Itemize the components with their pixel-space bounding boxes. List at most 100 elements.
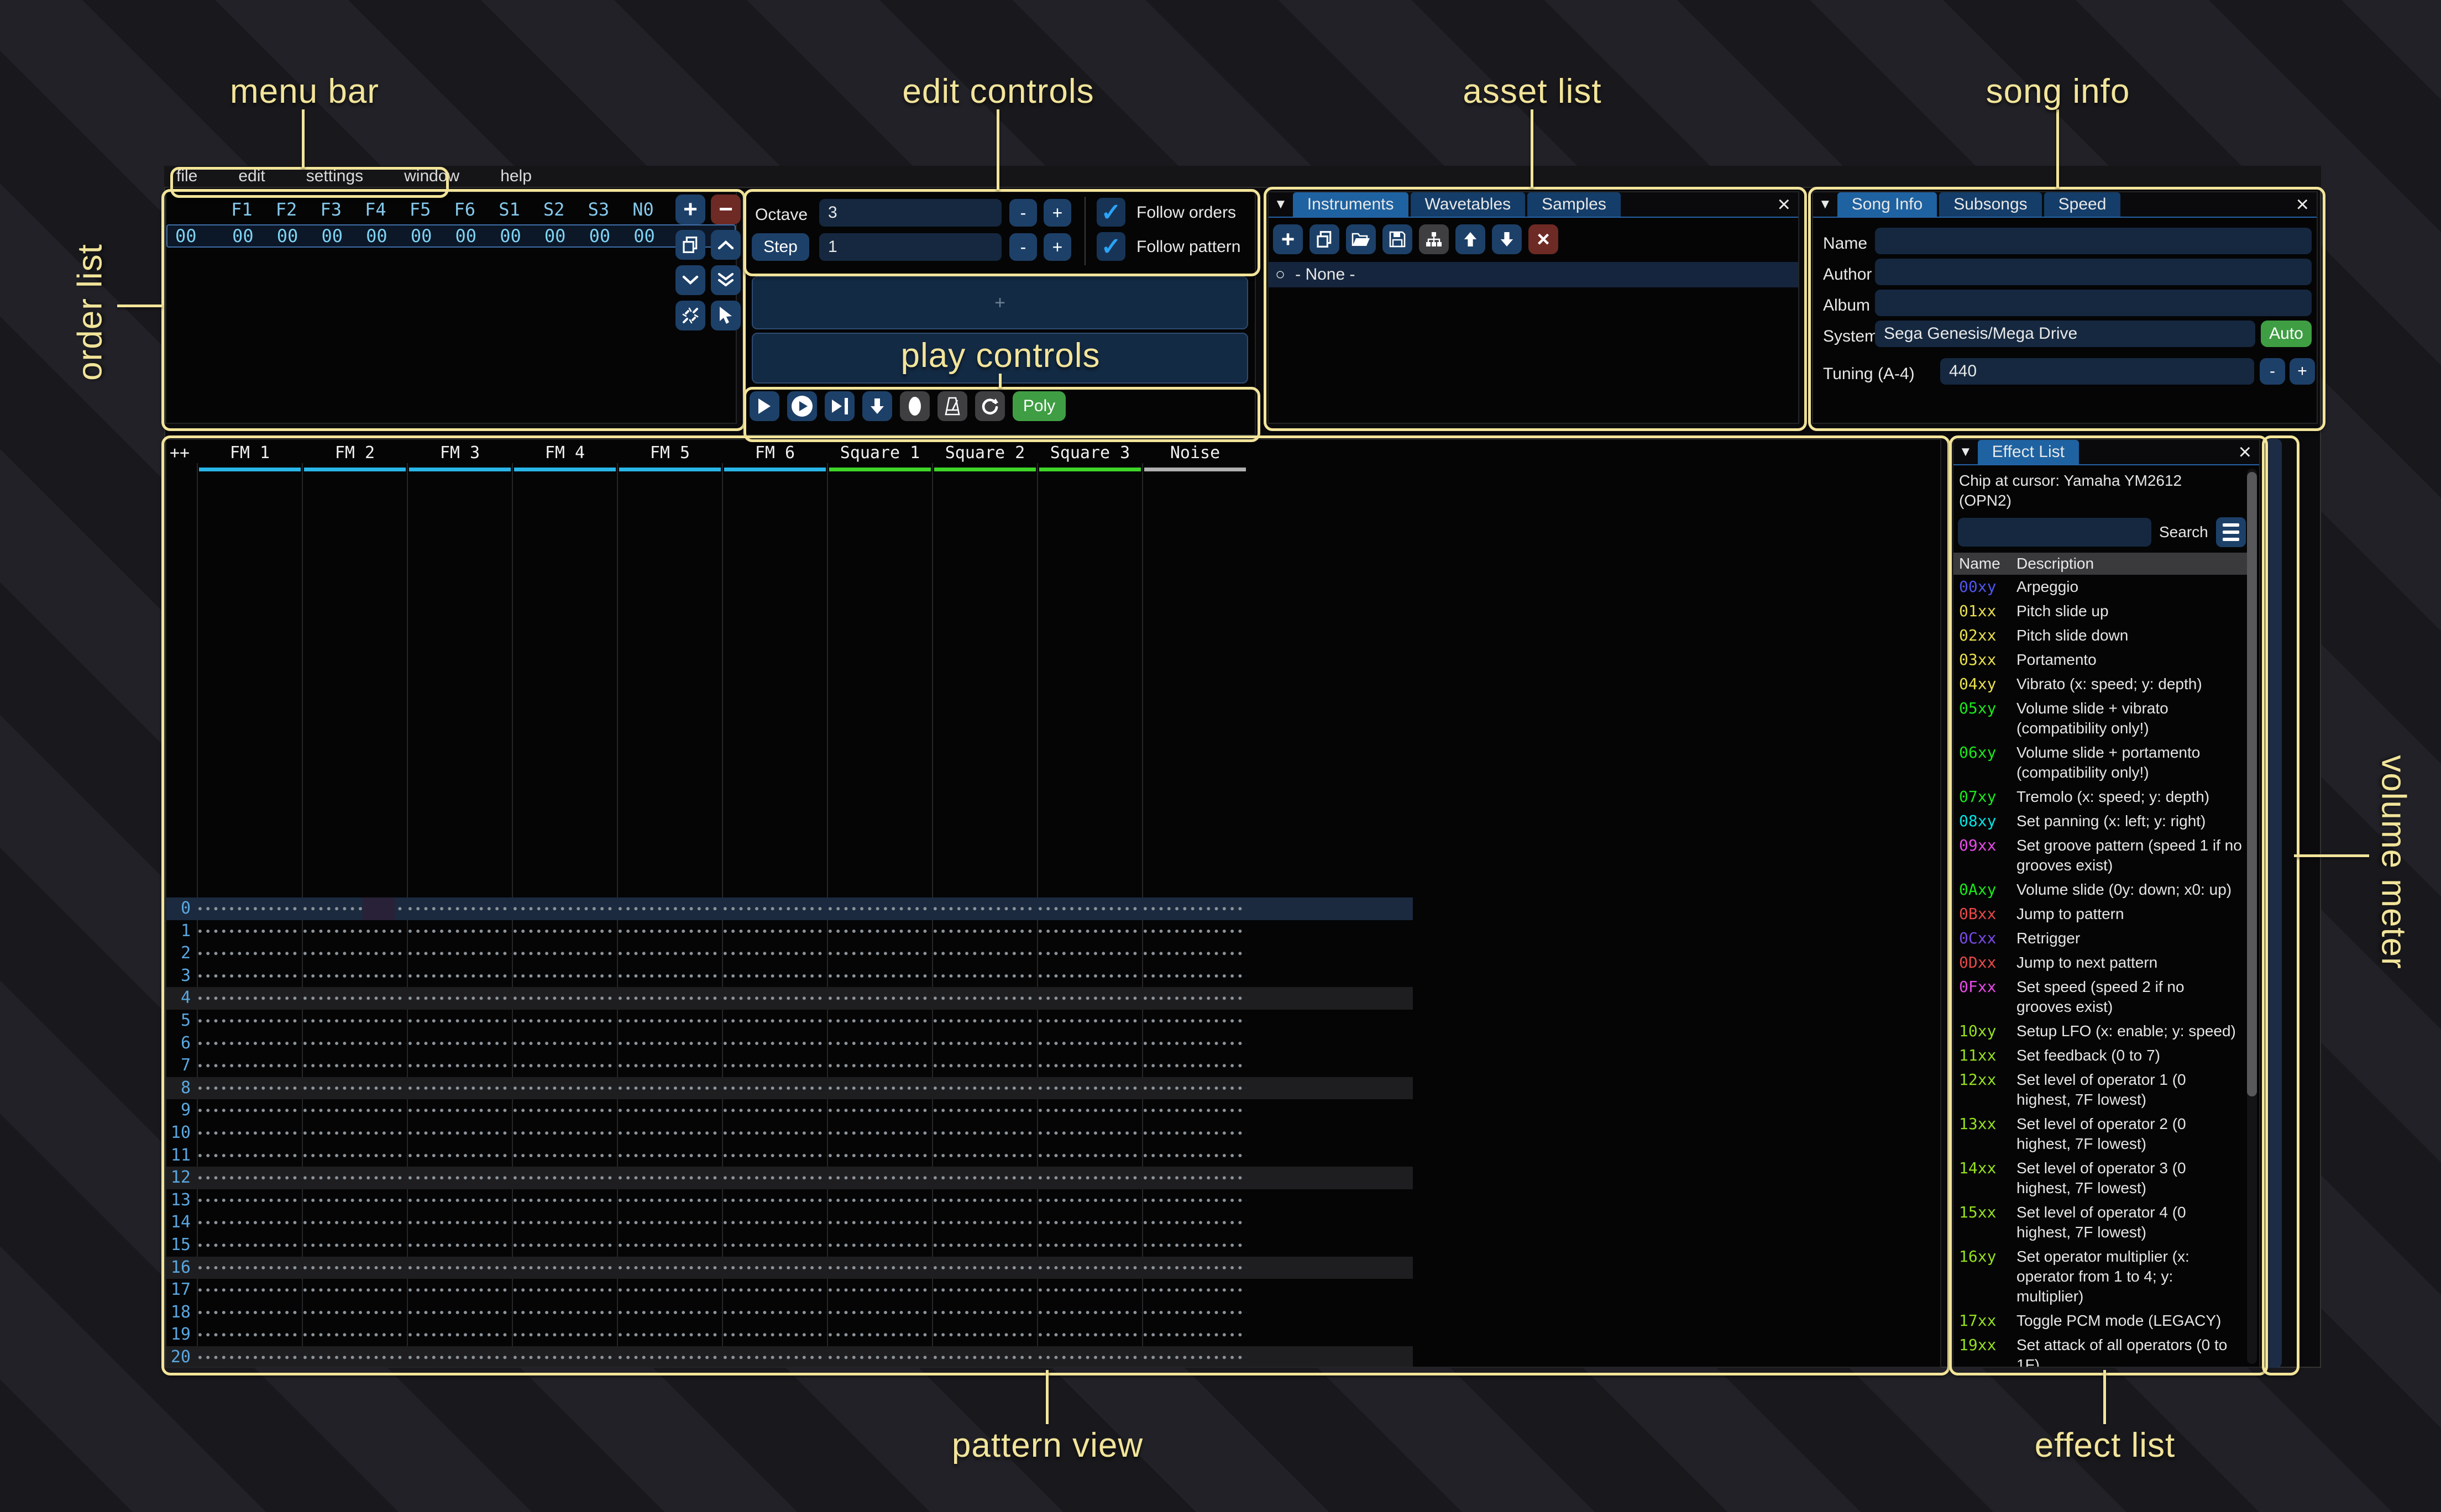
effect-row-05xy[interactable]: 05xyVolume slide + vibrato (compatibilit… (1953, 696, 2246, 741)
pattern-cell-empty[interactable] (619, 920, 721, 943)
pattern-cell-empty[interactable] (1144, 987, 1246, 1010)
pattern-cell-empty[interactable] (724, 1279, 826, 1301)
pattern-cell-empty[interactable] (198, 920, 301, 943)
pattern-cell-empty[interactable] (514, 1189, 616, 1212)
pattern-cell-empty[interactable] (619, 1167, 721, 1189)
pattern-cell-empty[interactable] (303, 942, 406, 965)
pattern-cell-empty[interactable] (198, 1346, 301, 1368)
pattern-cell-empty[interactable] (1144, 1144, 1246, 1167)
pattern-cell-empty[interactable] (1039, 1346, 1141, 1368)
pattern-cell-empty[interactable] (619, 1346, 721, 1368)
pattern-cell-empty[interactable] (934, 1324, 1036, 1346)
order-list-row[interactable]: 0000000000000000000000 (166, 224, 736, 248)
pattern-cell-empty[interactable] (1144, 897, 1246, 920)
asset-open-button[interactable] (1346, 224, 1376, 254)
octave-input[interactable]: 3 (819, 199, 1002, 227)
pattern-cell-empty[interactable] (198, 987, 301, 1010)
pattern-cell-empty[interactable] (303, 1144, 406, 1167)
pattern-cell-empty[interactable] (408, 1324, 511, 1346)
pattern-cell-empty[interactable] (303, 1189, 406, 1212)
step-minus-button[interactable]: - (1009, 233, 1037, 261)
effect-list-scrollbar[interactable] (2247, 469, 2257, 1364)
channel-header-square-1[interactable]: Square 1 (827, 443, 933, 463)
close-icon[interactable]: × (1770, 192, 1798, 217)
name-input[interactable] (1875, 228, 2312, 254)
pattern-cell-empty[interactable] (724, 1346, 826, 1368)
pattern-cell-empty[interactable] (408, 1301, 511, 1324)
pattern-cell-empty[interactable] (724, 1301, 826, 1324)
pattern-cell-empty[interactable] (1144, 965, 1246, 988)
order-move-down-far-button[interactable] (711, 265, 741, 295)
order-move-up-button[interactable] (711, 230, 741, 260)
order-cell[interactable]: 00 (310, 225, 354, 246)
pattern-cell-empty[interactable] (724, 987, 826, 1010)
effect-row-07xy[interactable]: 07xyTremolo (x: speed; y: depth) (1953, 785, 2246, 809)
pattern-cell-empty[interactable] (514, 1324, 616, 1346)
collapse-arrow-icon[interactable]: ▼ (1269, 192, 1293, 217)
pattern-cell-empty[interactable] (303, 920, 406, 943)
pattern-cell-empty[interactable] (1144, 1122, 1246, 1144)
pattern-cell-empty[interactable] (829, 897, 931, 920)
pattern-cell-empty[interactable] (619, 1144, 721, 1167)
pattern-cell-empty[interactable] (829, 1346, 931, 1368)
pattern-cell-empty[interactable] (1144, 1189, 1246, 1212)
menu-item-help[interactable]: help (500, 167, 532, 186)
pattern-cell-empty[interactable] (408, 1234, 511, 1257)
pattern-cell-empty[interactable] (1039, 1324, 1141, 1346)
pattern-cell-empty[interactable] (1039, 1099, 1141, 1122)
pattern-row-14[interactable]: 14 (166, 1211, 1413, 1234)
pattern-cell-empty[interactable] (198, 1279, 301, 1301)
pattern-cell-empty[interactable] (303, 1032, 406, 1055)
pattern-cell-empty[interactable] (829, 1144, 931, 1167)
scrollbar-thumb[interactable] (2247, 472, 2257, 1096)
pattern-cell-empty[interactable] (303, 1257, 406, 1279)
pattern-cell-empty[interactable] (829, 1279, 931, 1301)
pattern-cell-empty[interactable] (934, 1167, 1036, 1189)
pattern-cell-empty[interactable] (198, 1122, 301, 1144)
tab-wavetables[interactable]: Wavetables (1411, 192, 1526, 217)
effect-row-03xx[interactable]: 03xxPortamento (1953, 648, 2246, 672)
pattern-cell-empty[interactable] (198, 942, 301, 965)
pattern-cell-empty[interactable] (934, 1189, 1036, 1212)
pattern-cell-empty[interactable] (934, 1257, 1036, 1279)
pattern-cell-empty[interactable] (408, 965, 511, 988)
pattern-row-6[interactable]: 6 (166, 1032, 1413, 1055)
pattern-cell-empty[interactable] (408, 1032, 511, 1055)
pattern-cell-empty[interactable] (724, 1054, 826, 1077)
tab-instruments[interactable]: Instruments (1293, 192, 1408, 217)
pattern-cell-empty[interactable] (934, 987, 1036, 1010)
pattern-cell-empty[interactable] (1039, 1010, 1141, 1032)
effect-row-02xx[interactable]: 02xxPitch slide down (1953, 623, 2246, 648)
pattern-cell-empty[interactable] (514, 1257, 616, 1279)
system-input[interactable]: Sega Genesis/Mega Drive (1875, 321, 2255, 347)
pattern-cell-empty[interactable] (303, 1054, 406, 1077)
pattern-cell-empty[interactable] (724, 897, 826, 920)
pattern-cell-empty[interactable] (934, 1301, 1036, 1324)
effect-row-14xx[interactable]: 14xxSet level of operator 3 (0 highest, … (1953, 1156, 2246, 1200)
pattern-cell-empty[interactable] (198, 1324, 301, 1346)
system-auto-button[interactable]: Auto (2261, 321, 2312, 347)
pattern-cell-empty[interactable] (408, 1189, 511, 1212)
effect-row-09xx[interactable]: 09xxSet groove pattern (speed 1 if no gr… (1953, 833, 2246, 878)
pattern-cell-empty[interactable] (303, 1234, 406, 1257)
pattern-cell-empty[interactable] (1039, 1144, 1141, 1167)
pattern-cell-empty[interactable] (198, 1010, 301, 1032)
pattern-cell-empty[interactable] (303, 987, 406, 1010)
pattern-cell-empty[interactable] (408, 1144, 511, 1167)
pattern-cell-empty[interactable] (1144, 1032, 1246, 1055)
pattern-cell-empty[interactable] (198, 1099, 301, 1122)
pattern-cell-empty[interactable] (934, 1077, 1036, 1100)
play-button[interactable] (750, 391, 779, 421)
pattern-cell-empty[interactable] (303, 1010, 406, 1032)
pattern-cell-empty[interactable] (1144, 942, 1246, 965)
pattern-cell-empty[interactable] (303, 1167, 406, 1189)
pattern-cell-empty[interactable] (1039, 1167, 1141, 1189)
effect-rows[interactable]: 00xyArpeggio01xxPitch slide up02xxPitch … (1953, 575, 2246, 1368)
pattern-row-2[interactable]: 2 (166, 942, 1413, 965)
pattern-cell-empty[interactable] (1144, 1054, 1246, 1077)
order-select-mode-button[interactable] (711, 301, 741, 330)
pattern-cell-empty[interactable] (619, 1099, 721, 1122)
collapse-arrow-icon[interactable]: ▼ (1813, 192, 1837, 217)
pattern-cell-empty[interactable] (829, 1211, 931, 1234)
pattern-cell-empty[interactable] (408, 987, 511, 1010)
